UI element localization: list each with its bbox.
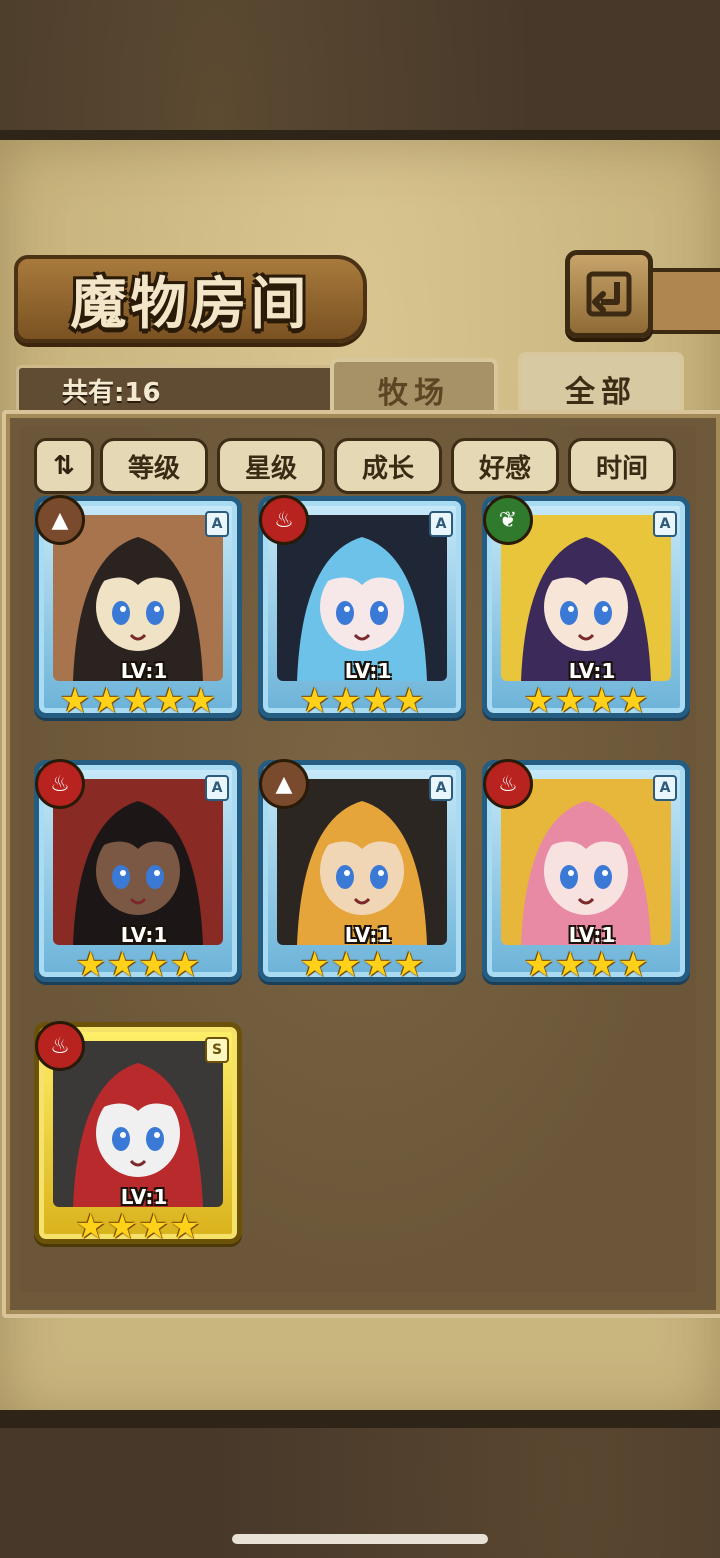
monster-level: LV:1 xyxy=(568,923,616,947)
wood-element-icon: ❦ xyxy=(483,495,533,545)
star-rating: ★ ★ ★ ★ ★ xyxy=(39,681,237,721)
fire-element-icon: ♨ xyxy=(35,1021,85,1071)
fire-element-icon: ♨ xyxy=(259,495,309,545)
tab-all-label: 全部 xyxy=(565,375,637,410)
star-icon: ★ xyxy=(138,945,169,985)
monster-card[interactable]: ▲ A LV:1 ★ ★ ★ ★ ★ xyxy=(34,495,242,721)
monster-level: LV:1 xyxy=(120,923,168,947)
filter-affection-button[interactable]: 好感 xyxy=(451,438,559,494)
filter-level-button[interactable]: 等级 xyxy=(100,438,208,494)
star-icon: ★ xyxy=(523,681,555,721)
monster-card[interactable]: ♨ S LV:1 ★ ★ ★ ★ xyxy=(34,1021,242,1247)
filter-time-button[interactable]: 时间 xyxy=(568,438,676,494)
star-icon: ★ xyxy=(393,681,425,721)
star-rating: ★ ★ ★ ★ xyxy=(263,945,461,985)
star-icon: ★ xyxy=(617,945,649,985)
star-rating: ★ ★ ★ ★ xyxy=(39,1207,237,1247)
filter-growth-button[interactable]: 成长 xyxy=(334,438,442,494)
page-title: 魔物房间 xyxy=(70,270,311,337)
star-icon: ★ xyxy=(59,681,91,721)
filter-affection-label: 好感 xyxy=(478,453,531,484)
title-banner: 魔物房间 xyxy=(14,255,367,343)
star-icon: ★ xyxy=(75,945,107,985)
earth-element-icon: ▲ xyxy=(35,495,85,545)
fire-element-icon: ♨ xyxy=(35,759,85,809)
star-icon: ★ xyxy=(299,681,331,721)
tab-ranch-label: 牧场 xyxy=(378,376,450,411)
star-icon: ★ xyxy=(523,945,555,985)
star-icon: ★ xyxy=(555,681,586,721)
monster-card[interactable]: ♨ A LV:1 ★ ★ ★ ★ xyxy=(482,759,690,985)
sort-order-icon: ⇅ xyxy=(53,451,75,481)
star-icon: ★ xyxy=(299,945,331,985)
star-icon: ★ xyxy=(555,945,586,985)
monster-count: 共有:16 xyxy=(62,378,161,408)
return-arrow-icon xyxy=(586,271,632,317)
star-rating: ★ ★ ★ ★ xyxy=(487,681,685,721)
rank-badge: A xyxy=(653,511,677,537)
star-icon: ★ xyxy=(169,1207,201,1247)
monster-level: LV:1 xyxy=(344,659,392,683)
star-icon: ★ xyxy=(617,681,649,721)
monster-portrait xyxy=(53,1041,223,1207)
filter-growth-label: 成长 xyxy=(361,453,414,484)
rank-badge: A xyxy=(205,775,229,801)
monster-card[interactable]: ♨ A LV:1 ★ ★ ★ ★ xyxy=(34,759,242,985)
star-icon: ★ xyxy=(91,681,122,721)
monster-portrait xyxy=(277,515,447,681)
star-icon: ★ xyxy=(331,681,362,721)
star-icon: ★ xyxy=(362,681,393,721)
home-indicator[interactable] xyxy=(232,1534,488,1544)
sort-order-toggle[interactable]: ⇅ xyxy=(34,438,94,494)
rank-badge: A xyxy=(429,775,453,801)
star-rating: ★ ★ ★ ★ xyxy=(263,681,461,721)
star-icon: ★ xyxy=(185,681,217,721)
monster-level: LV:1 xyxy=(344,923,392,947)
star-icon: ★ xyxy=(393,945,425,985)
monster-portrait xyxy=(277,779,447,945)
monster-card[interactable]: ❦ A LV:1 ★ ★ ★ ★ xyxy=(482,495,690,721)
monster-level: LV:1 xyxy=(568,659,616,683)
monster-portrait xyxy=(501,779,671,945)
star-icon: ★ xyxy=(138,1207,169,1247)
monster-level: LV:1 xyxy=(120,659,168,683)
filter-level-label: 等级 xyxy=(127,453,180,484)
star-icon: ★ xyxy=(362,945,393,985)
star-rating: ★ ★ ★ ★ xyxy=(487,945,685,985)
filter-star-button[interactable]: 星级 xyxy=(217,438,325,494)
return-button[interactable] xyxy=(565,250,653,338)
monster-portrait xyxy=(53,779,223,945)
star-icon: ★ xyxy=(154,681,185,721)
monster-card[interactable]: ▲ A LV:1 ★ ★ ★ ★ xyxy=(258,759,466,985)
monster-level: LV:1 xyxy=(120,1185,168,1209)
star-icon: ★ xyxy=(75,1207,107,1247)
star-icon: ★ xyxy=(107,945,138,985)
filter-bar: ⇅ 等级 星级 成长 好感 时间 xyxy=(34,438,684,494)
star-rating: ★ ★ ★ ★ xyxy=(39,945,237,985)
rank-badge: A xyxy=(653,775,677,801)
star-icon: ★ xyxy=(331,945,362,985)
rank-badge: A xyxy=(429,511,453,537)
monster-card[interactable]: ♨ A LV:1 ★ ★ ★ ★ xyxy=(258,495,466,721)
star-icon: ★ xyxy=(169,945,201,985)
star-icon: ★ xyxy=(122,681,154,721)
tab-ranch[interactable]: 牧场 xyxy=(330,358,498,418)
bottom-border xyxy=(0,1410,720,1428)
star-icon: ★ xyxy=(586,681,617,721)
star-icon: ★ xyxy=(107,1207,138,1247)
star-icon: ★ xyxy=(586,945,617,985)
filter-star-label: 星级 xyxy=(244,453,297,484)
fire-element-icon: ♨ xyxy=(483,759,533,809)
monster-portrait xyxy=(53,515,223,681)
rank-badge: A xyxy=(205,511,229,537)
rank-badge: S xyxy=(205,1037,229,1063)
monster-portrait xyxy=(501,515,671,681)
earth-element-icon: ▲ xyxy=(259,759,309,809)
filter-time-label: 时间 xyxy=(595,453,648,484)
